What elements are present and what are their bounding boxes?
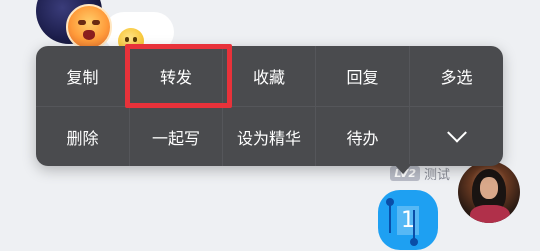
delete-button[interactable]: 删除 xyxy=(36,106,129,166)
context-menu-row: 复制 转发 收藏 回复 多选 xyxy=(36,46,503,106)
menu-pointer xyxy=(394,164,412,174)
copy-button[interactable]: 复制 xyxy=(36,46,129,106)
reply-button[interactable]: 回复 xyxy=(315,46,409,106)
chevron-down-icon xyxy=(446,122,467,143)
angry-face-sticker-icon xyxy=(66,4,112,50)
selection-end-handle-knob[interactable] xyxy=(410,238,418,246)
selection-end-handle[interactable] xyxy=(413,210,415,240)
co-write-button[interactable]: 一起写 xyxy=(129,106,222,166)
multi-select-button[interactable]: 多选 xyxy=(409,46,503,106)
context-menu-row: 删除 一起写 设为精华 待办 xyxy=(36,106,503,166)
favorite-button[interactable]: 收藏 xyxy=(222,46,315,106)
avatar[interactable] xyxy=(458,161,520,223)
forward-button[interactable]: 转发 xyxy=(129,46,222,106)
chat-screen: LV2 测试 1 复制 转发 收藏 回复 多选 删除 一起写 设为精华 待办 xyxy=(0,0,540,251)
more-options-button[interactable] xyxy=(409,106,503,166)
set-highlight-button[interactable]: 设为精华 xyxy=(222,106,315,166)
selected-message-text: 1 xyxy=(397,205,419,235)
selection-start-handle[interactable] xyxy=(389,205,391,233)
selection-start-handle-knob[interactable] xyxy=(386,198,394,206)
sender-name: 测试 xyxy=(423,168,450,183)
todo-button[interactable]: 待办 xyxy=(315,106,409,166)
message-context-menu: 复制 转发 收藏 回复 多选 删除 一起写 设为精华 待办 xyxy=(36,46,503,166)
